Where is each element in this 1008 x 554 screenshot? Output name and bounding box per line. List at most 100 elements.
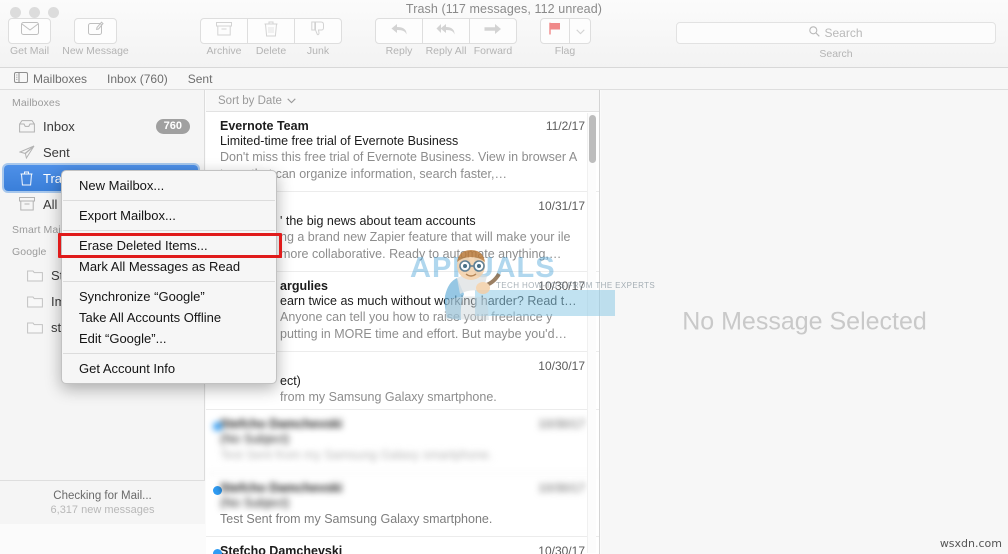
unread-dot-icon [213, 422, 222, 431]
message-detail-pane: No Message Selected [601, 90, 1008, 554]
mailbox-context-menu: New Mailbox... Export Mailbox... Erase D… [61, 170, 277, 384]
delete-label: Delete [256, 45, 286, 57]
archive-delete-junk-group: Archive Delete Junk [200, 18, 342, 44]
forward-arrow-icon [484, 22, 502, 40]
inbox-unread-badge: 760 [156, 119, 190, 134]
search-field[interactable]: Search [676, 22, 996, 44]
forward-button[interactable]: Forward [469, 18, 517, 44]
message-date: 10/30/17 [538, 417, 585, 431]
sort-by-label: Sort by Date [218, 95, 282, 107]
chevron-down-icon [287, 95, 296, 107]
reply-all-button[interactable]: Reply All [422, 18, 470, 44]
reply-label: Reply [386, 45, 413, 57]
message-sender: Stefcho Damchevski [220, 544, 342, 554]
envelope-icon [21, 22, 39, 40]
chevron-down-icon [576, 22, 585, 40]
flag-group: Flag [540, 18, 591, 44]
sidebar-item-inbox[interactable]: Inbox 760 [0, 113, 204, 139]
junk-label: Junk [307, 45, 329, 57]
message-subject: (No Subject) [220, 432, 585, 446]
message-row[interactable]: Stefcho Damchevski 10/30/17 [206, 537, 599, 554]
watermark-site: wsxdn.com [940, 537, 1002, 550]
context-menu-item-edit-google[interactable]: Edit “Google”... [62, 328, 276, 349]
favbar-sent[interactable]: Sent [188, 72, 213, 86]
menu-separator [63, 281, 275, 282]
sidebar-item-sent[interactable]: Sent [0, 139, 204, 165]
mail-app-window: Trash (117 messages, 112 unread) Get Mai… [0, 0, 1008, 554]
sidebar-item-inbox-label: Inbox [43, 119, 75, 134]
trash-icon [264, 21, 278, 42]
message-date: 10/30/17 [538, 481, 585, 495]
search-caption: Search [676, 48, 996, 60]
context-menu-item-take-accounts-offline[interactable]: Take All Accounts Offline [62, 307, 276, 328]
new-message-button[interactable]: New Message [74, 18, 117, 44]
junk-button[interactable]: Junk [294, 18, 342, 44]
favorites-bar: Mailboxes Inbox (760) Sent [0, 68, 1008, 90]
context-menu-item-erase-deleted-items[interactable]: Erase Deleted Items... [62, 235, 276, 256]
no-message-selected-text: No Message Selected [682, 308, 927, 337]
inbox-tray-icon [18, 120, 35, 133]
favbar-inbox[interactable]: Inbox (760) [107, 72, 168, 86]
delete-button[interactable]: Delete [247, 18, 295, 44]
folder-icon [26, 321, 43, 334]
message-preview: Test Sent from my Samsung Galaxy smartph… [220, 447, 585, 464]
message-row[interactable]: Stefcho Damchevski 10/30/17 (No Subject)… [206, 410, 599, 474]
trash-icon [18, 171, 35, 186]
unread-dot-icon [213, 549, 222, 554]
get-mail-label: Get Mail [10, 45, 49, 57]
archive-button[interactable]: Archive [200, 18, 248, 44]
message-subject: Limited-time free trial of Evernote Busi… [220, 134, 585, 148]
message-preview: from my Samsung Galaxy smartphone. [220, 389, 585, 406]
favbar-inbox-label: Inbox (760) [107, 72, 168, 86]
menu-separator [63, 230, 275, 231]
flag-label: Flag [555, 45, 575, 57]
message-sender: Stefcho Damchevski [220, 481, 342, 495]
folder-icon [26, 269, 43, 282]
flag-button[interactable]: Flag [540, 18, 570, 44]
message-list-scrollbar[interactable] [587, 113, 596, 553]
context-menu-item-mark-all-as-read[interactable]: Mark All Messages as Read [62, 256, 276, 277]
paper-plane-icon [18, 145, 35, 159]
sidebar-section-mailboxes-header: Mailboxes [0, 90, 204, 113]
message-sender: Evernote Team [220, 119, 309, 133]
archive-label: Archive [206, 45, 241, 57]
flag-icon [548, 22, 562, 40]
watermark-mascot-icon [437, 248, 509, 322]
menu-separator [63, 353, 275, 354]
message-date: 11/2/17 [546, 119, 585, 133]
sidebar-item-all-label: All [43, 197, 57, 212]
reply-forward-group: Reply Reply All Forward [375, 18, 517, 44]
message-date: 10/30/17 [538, 359, 585, 373]
scrollbar-thumb[interactable] [589, 115, 596, 163]
window-titlebar: Trash (117 messages, 112 unread) Get Mai… [0, 0, 1008, 68]
message-sender: Stefcho Damchevski [220, 417, 342, 431]
favbar-mailboxes-toggle[interactable]: Mailboxes [14, 72, 87, 86]
context-menu-item-export-mailbox[interactable]: Export Mailbox... [62, 205, 276, 226]
context-menu-item-get-account-info[interactable]: Get Account Info [62, 358, 276, 379]
forward-label: Forward [474, 45, 513, 57]
message-preview: Test Sent from my Samsung Galaxy smartph… [220, 511, 585, 528]
search-area: Search Search [676, 22, 996, 44]
folder-icon [26, 295, 43, 308]
flag-dropdown-button[interactable] [569, 18, 591, 44]
context-menu-item-synchronize-google[interactable]: Synchronize “Google” [62, 286, 276, 307]
reply-button[interactable]: Reply [375, 18, 423, 44]
message-row[interactable]: Stefcho Damchevski 10/30/17 (No Subject)… [206, 474, 599, 538]
get-mail-button[interactable]: Get Mail [8, 18, 51, 44]
message-subject: (No Subject) [220, 496, 585, 510]
favbar-sent-label: Sent [188, 72, 213, 86]
search-icon [809, 24, 820, 42]
sort-bar[interactable]: Sort by Date [206, 90, 599, 112]
context-menu-item-new-mailbox[interactable]: New Mailbox... [62, 175, 276, 196]
new-message-group: New Message [74, 18, 117, 44]
archive-box-icon [216, 22, 232, 41]
activity-status-line: Checking for Mail... [53, 490, 151, 502]
reply-all-arrow-icon [436, 22, 456, 41]
window-title: Trash (117 messages, 112 unread) [0, 2, 1008, 16]
sidebar-item-sent-label: Sent [43, 145, 70, 160]
new-message-label: New Message [62, 45, 129, 57]
activity-status-detail: 6,317 new messages [51, 504, 155, 516]
search-placeholder: Search [824, 26, 862, 40]
message-date: 10/30/17 [538, 544, 585, 554]
sidebar-toggle-icon [14, 72, 28, 86]
